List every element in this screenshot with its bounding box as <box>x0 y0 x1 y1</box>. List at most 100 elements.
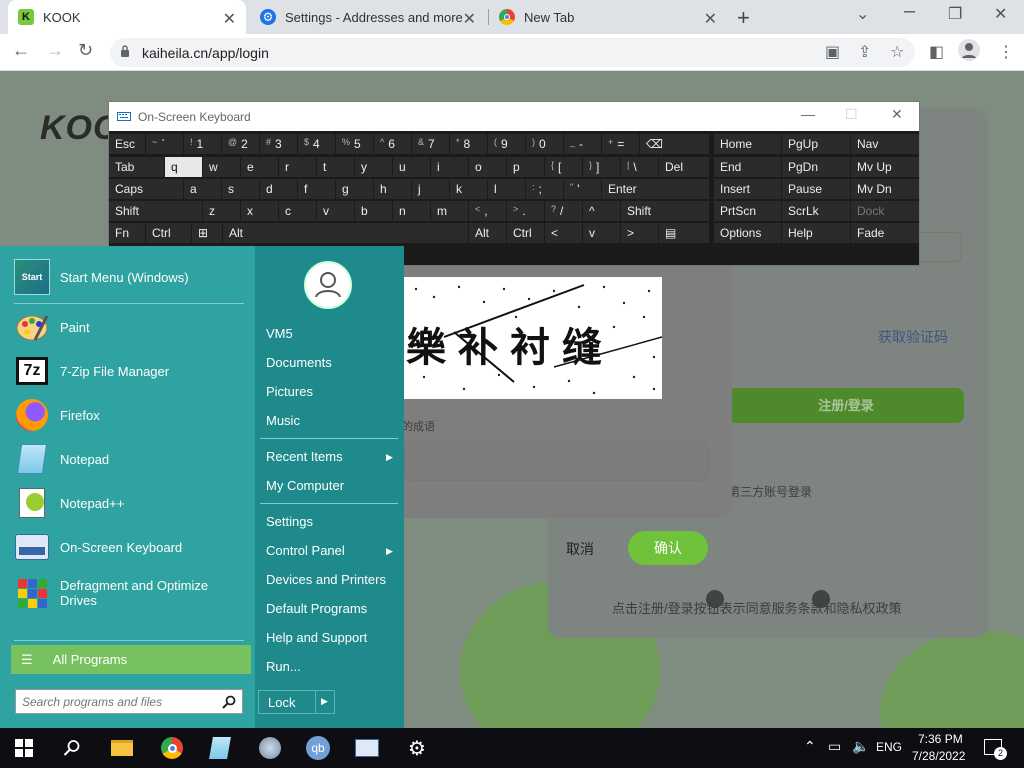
tab-search-icon[interactable]: ⌄ <box>856 4 869 24</box>
key[interactable]: % 5 <box>336 134 373 154</box>
program-paint[interactable]: Paint <box>14 307 252 347</box>
reload-button[interactable]: ↻ <box>78 40 93 61</box>
key[interactable]: @2 <box>222 134 259 154</box>
input-language[interactable]: ENG <box>876 740 902 754</box>
places-vm5[interactable]: VM5 <box>266 326 293 341</box>
key[interactable]: ~ ` <box>146 134 183 154</box>
key[interactable]: r <box>279 157 316 177</box>
restore-button[interactable]: ❐ <box>948 4 962 24</box>
key[interactable]: + = <box>602 134 639 154</box>
key[interactable]: Ctrl <box>507 223 544 243</box>
key[interactable]: & 7 <box>412 134 449 154</box>
close-window-button[interactable]: ✕ <box>994 4 1007 24</box>
chevron-up-icon[interactable]: ⌃ <box>804 738 816 755</box>
key[interactable]: n <box>393 201 430 221</box>
tab-settings[interactable]: ⚙ Settings - Addresses and more ✕ <box>250 0 486 34</box>
translate-icon[interactable]: ▣ <box>825 42 840 62</box>
key[interactable]: p <box>507 157 544 177</box>
key[interactable]: Fn <box>109 223 145 243</box>
close-button[interactable]: ✕ <box>891 106 903 123</box>
forward-button[interactable]: → <box>46 40 64 61</box>
file-explorer-icon[interactable] <box>110 736 134 760</box>
all-programs-button[interactable]: ☰ All Programs <box>11 645 251 674</box>
search-icon[interactable] <box>60 736 84 760</box>
places-settings[interactable]: Settings <box>266 514 313 529</box>
back-button[interactable]: ← <box>12 40 30 61</box>
control-panel-icon[interactable] <box>258 736 282 760</box>
key[interactable]: b <box>355 201 392 221</box>
clock-time[interactable]: 7:36 PM <box>918 732 963 746</box>
key[interactable]: j <box>412 179 449 199</box>
key[interactable]: v <box>583 223 620 243</box>
key[interactable]: e <box>241 157 278 177</box>
key[interactable]: <, <box>469 201 506 221</box>
key[interactable]: #3 <box>260 134 297 154</box>
share-icon[interactable]: ⇪ <box>858 42 871 62</box>
key[interactable]: f <box>298 179 335 199</box>
captcha-answer-input[interactable] <box>404 441 708 481</box>
program-on-screen-keyboard[interactable]: On-Screen Keyboard <box>14 527 252 567</box>
key[interactable]: i <box>431 157 468 177</box>
key[interactable]: | \ <box>621 157 658 177</box>
key[interactable]: PrtScn <box>714 201 781 221</box>
key[interactable]: ScrLk <box>782 201 850 221</box>
program-firefox[interactable]: Firefox <box>14 395 252 435</box>
places-music[interactable]: Music <box>266 413 300 428</box>
program-notepad[interactable]: Notepad <box>14 439 252 479</box>
lock-button[interactable]: Lock ▶ <box>258 690 335 714</box>
clock-date[interactable]: 7/28/2022 <box>912 749 965 763</box>
key[interactable]: q <box>165 157 202 177</box>
key[interactable]: Caps <box>109 179 183 199</box>
key[interactable]: w <box>203 157 240 177</box>
program-7zip[interactable]: 7z 7-Zip File Manager <box>14 351 252 391</box>
menu-kebab-icon[interactable]: ⋮ <box>998 42 1014 62</box>
bookmark-star-icon[interactable]: ☆ <box>890 42 904 62</box>
key[interactable]: * 8 <box>450 134 487 154</box>
key[interactable]: ^ <box>583 201 620 221</box>
key[interactable]: Tab <box>109 157 164 177</box>
confirm-button[interactable]: 确认 <box>628 531 708 565</box>
notification-center-icon[interactable]: 2 <box>984 739 1007 760</box>
user-avatar[interactable] <box>304 261 352 309</box>
key[interactable]: d <box>260 179 297 199</box>
tab-new-tab[interactable]: New Tab ✕ <box>489 0 727 34</box>
key[interactable]: Shift <box>109 201 202 221</box>
key[interactable]: > <box>621 223 658 243</box>
key[interactable]: u <box>393 157 430 177</box>
key[interactable]: l <box>488 179 525 199</box>
key[interactable]: Mv Up <box>851 157 919 177</box>
network-icon[interactable]: ▭ <box>828 738 841 755</box>
key[interactable]: Insert <box>714 179 781 199</box>
side-panel-icon[interactable]: ◧ <box>929 42 944 62</box>
key[interactable]: Pause <box>782 179 850 199</box>
notepad-icon[interactable] <box>208 736 232 760</box>
key[interactable]: }] <box>583 157 620 177</box>
key[interactable]: >. <box>507 201 544 221</box>
close-tab-icon[interactable]: ✕ <box>223 9 236 29</box>
login-register-button[interactable]: 注册/登录 <box>728 388 964 423</box>
key[interactable]: ! 1 <box>184 134 221 154</box>
key[interactable]: ^ 6 <box>374 134 411 154</box>
program-notepadpp[interactable]: Notepad++ <box>14 483 252 523</box>
key[interactable]: Alt <box>469 223 506 243</box>
close-tab-icon[interactable]: ✕ <box>704 9 717 29</box>
key[interactable]: v <box>317 201 354 221</box>
search-input[interactable] <box>22 695 217 709</box>
key[interactable]: Alt <box>223 223 468 243</box>
program-defragment[interactable]: Defragment and Optimize Drives <box>14 573 252 613</box>
qbittorrent-icon[interactable]: qb <box>306 736 330 760</box>
places-default-programs[interactable]: Default Programs <box>266 601 367 616</box>
program-start-menu-windows[interactable]: Start Start Menu (Windows) <box>14 257 252 297</box>
maximize-button[interactable]: ☐ <box>845 106 858 123</box>
key[interactable]: Ctrl <box>146 223 191 243</box>
key[interactable]: y <box>355 157 392 177</box>
key[interactable]: c <box>279 201 316 221</box>
minimize-button[interactable]: — <box>801 106 815 122</box>
key[interactable]: {[ <box>545 157 582 177</box>
key[interactable]: x <box>241 201 278 221</box>
search-icon[interactable] <box>222 695 236 709</box>
places-pictures[interactable]: Pictures <box>266 384 313 399</box>
keyboard-icon[interactable] <box>355 736 379 760</box>
places-control-panel[interactable]: Control Panel <box>266 543 345 558</box>
key[interactable]: (9 <box>488 134 525 154</box>
